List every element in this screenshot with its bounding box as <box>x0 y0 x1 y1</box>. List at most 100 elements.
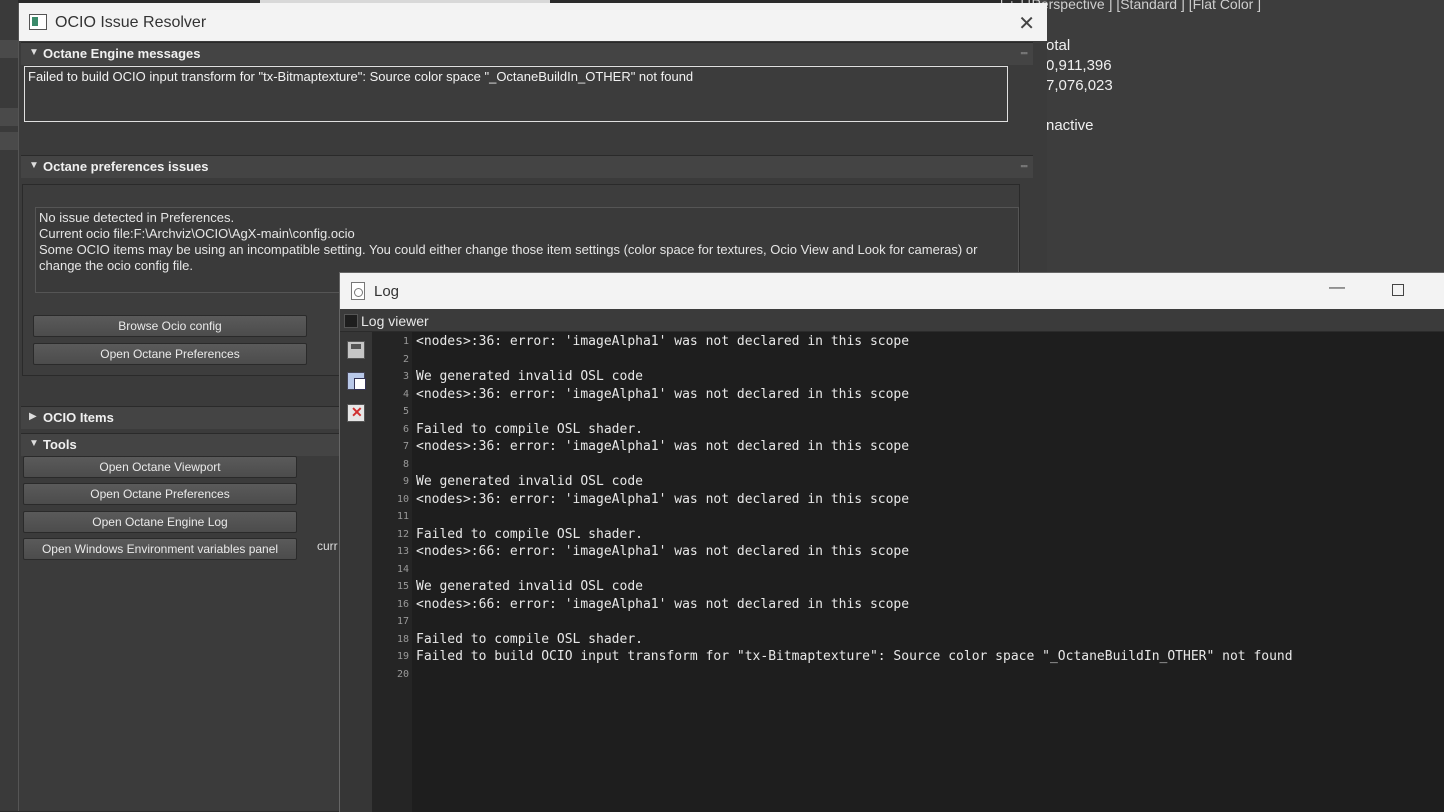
section-tools-label: Tools <box>43 437 77 452</box>
log-viewer-checkbox[interactable] <box>344 314 358 328</box>
log-window-title: Log <box>374 283 400 300</box>
app-icon <box>29 14 47 30</box>
line-number: 16 <box>396 598 409 610</box>
stats-polys: 0,911,396 <box>1046 57 1112 74</box>
minimize-icon[interactable]: — <box>1329 279 1345 297</box>
background-toolbar-icon <box>0 40 18 58</box>
log-line-text: <nodes>:36: error: 'imageAlpha1' was not… <box>416 491 910 507</box>
log-line-text: Failed to compile OSL shader. <box>416 526 643 542</box>
background-toolbar-icon <box>0 132 18 150</box>
log-line: 7 <nodes>:36: error: 'imageAlpha1' was no… <box>372 438 1442 456</box>
open-engine-log-button[interactable]: Open Octane Engine Log <box>23 511 297 533</box>
line-number: 13 <box>396 546 409 557</box>
line-number: 8 <box>402 458 409 470</box>
clear-log-icon[interactable] <box>347 404 365 422</box>
line-number: 1 <box>402 336 409 347</box>
log-line-text: <nodes>:36: error: 'imageAlpha1' was not… <box>416 334 910 349</box>
save-icon[interactable] <box>347 341 365 359</box>
log-line: 2 <box>372 351 1442 369</box>
log-line-text: We generated invalid OSL code <box>416 579 643 594</box>
browse-ocio-config-button[interactable]: Browse Ocio config <box>33 315 307 337</box>
chevron-down-icon: ▼ <box>29 160 39 171</box>
log-viewer-label: Log viewer <box>361 313 429 329</box>
log-line: 3 We generated invalid OSL code <box>372 368 1442 386</box>
log-line: 5 <box>372 403 1442 421</box>
log-line-text: <nodes>:36: error: 'imageAlpha1' was not… <box>416 439 910 454</box>
log-viewer-bar: Log viewer <box>340 309 1444 332</box>
log-text-area[interactable]: 1 <nodes>:36: error: 'imageAlpha1' was no… <box>372 333 1442 683</box>
log-window: Log — Log viewer 1 <nodes>:36: error: 'im… <box>339 272 1444 812</box>
ocio-titlebar[interactable]: OCIO Issue Resolver ✕ <box>19 3 1047 41</box>
background-toolbar-icon <box>0 108 18 126</box>
engine-message-box[interactable]: Failed to build OCIO input transform for… <box>24 66 1008 122</box>
stats-inactive: nactive <box>1046 117 1094 134</box>
line-number: 7 <box>402 441 409 452</box>
log-line: 11 <box>372 508 1442 526</box>
chevron-down-icon: ▼ <box>29 438 39 449</box>
line-number: 20 <box>396 668 409 680</box>
pref-line: Some OCIO items may be using an incompat… <box>39 242 978 257</box>
log-line: 18 Failed to compile OSL shader. <box>372 631 1442 649</box>
log-line-text: <nodes>:36: error: 'imageAlpha1' was not… <box>416 386 910 402</box>
log-line: 20 <box>372 666 1442 684</box>
copy-icon[interactable] <box>347 372 366 390</box>
section-items-label: OCIO Items <box>43 410 114 425</box>
log-line-text: Failed to compile OSL shader. <box>416 631 643 647</box>
line-number: 6 <box>402 423 409 435</box>
stats-verts: 7,076,023 <box>1046 77 1113 94</box>
log-line: 8 <box>372 456 1442 474</box>
log-app-icon <box>351 282 365 300</box>
log-line-text: We generated invalid OSL code <box>416 474 643 489</box>
line-number: 19 <box>396 651 409 662</box>
section-engine-messages[interactable]: ▼ Octane Engine messages ▪▪▪ <box>21 42 1033 65</box>
section-preferences-issues[interactable]: ▼ Octane preferences issues ▪▪▪ <box>21 155 1033 178</box>
drag-grip-icon[interactable]: ▪▪▪ <box>1020 48 1028 58</box>
line-number: 14 <box>396 563 409 575</box>
chevron-right-icon: ▶ <box>29 411 37 422</box>
log-line: 1 <nodes>:36: error: 'imageAlpha1' was no… <box>372 333 1442 351</box>
section-preferences-label: Octane preferences issues <box>43 159 209 174</box>
line-number: 9 <box>402 476 409 487</box>
line-number: 4 <box>402 388 409 400</box>
log-line: 6 Failed to compile OSL shader. <box>372 421 1442 439</box>
line-number: 5 <box>402 406 409 417</box>
tools-open-preferences-button[interactable]: Open Octane Preferences <box>23 483 297 505</box>
section-engine-label: Octane Engine messages <box>43 46 201 61</box>
open-octane-viewport-button[interactable]: Open Octane Viewport <box>23 456 297 478</box>
drag-grip-icon[interactable]: ▪▪▪ <box>1020 161 1028 171</box>
open-env-variables-button[interactable]: Open Windows Environment variables panel <box>23 538 297 560</box>
line-number: 17 <box>396 616 409 627</box>
line-number: 18 <box>396 633 409 645</box>
log-line: 10 <nodes>:36: error: 'imageAlpha1' was n… <box>372 491 1442 509</box>
log-line-text: <nodes>:66: error: 'imageAlpha1' was not… <box>416 544 910 559</box>
log-line: 15 We generated invalid OSL code <box>372 578 1442 596</box>
line-number: 2 <box>402 353 409 365</box>
line-number: 3 <box>402 371 409 382</box>
open-octane-preferences-button[interactable]: Open Octane Preferences <box>33 343 307 365</box>
chevron-down-icon: ▼ <box>29 47 39 58</box>
log-line: 4 <nodes>:36: error: 'imageAlpha1' was no… <box>372 386 1442 404</box>
background-left-panel <box>0 0 18 811</box>
log-line: 13 <nodes>:66: error: 'imageAlpha1' was n… <box>372 543 1442 561</box>
log-line: 19 Failed to build OCIO input transform f… <box>372 648 1442 666</box>
log-titlebar[interactable]: Log — <box>340 273 1444 309</box>
pref-line: No issue detected in Preferences. <box>39 210 235 225</box>
log-line: 14 <box>372 561 1442 579</box>
pref-line: Current ocio file:F:\Archviz\OCIO\AgX-ma… <box>39 226 355 241</box>
log-line-text: Failed to build OCIO input transform for… <box>416 649 1293 664</box>
close-icon[interactable]: ✕ <box>1018 11 1035 36</box>
log-line-text: <nodes>:66: error: 'imageAlpha1' was not… <box>416 596 910 612</box>
log-line-text: We generated invalid OSL code <box>416 369 643 384</box>
line-number: 15 <box>396 581 409 592</box>
current-value-text: curr <box>317 539 338 553</box>
stats-header: otal <box>1046 37 1071 54</box>
line-number: 11 <box>396 511 409 522</box>
line-number: 12 <box>396 528 409 540</box>
background-viewport[interactable] <box>1047 0 1444 272</box>
log-toolbar <box>340 332 372 812</box>
maximize-icon[interactable] <box>1392 284 1404 296</box>
log-line: 17 <box>372 613 1442 631</box>
log-line: 12 Failed to compile OSL shader. <box>372 526 1442 544</box>
log-line: 16 <nodes>:66: error: 'imageAlpha1' was n… <box>372 596 1442 614</box>
log-line: 9 We generated invalid OSL code <box>372 473 1442 491</box>
